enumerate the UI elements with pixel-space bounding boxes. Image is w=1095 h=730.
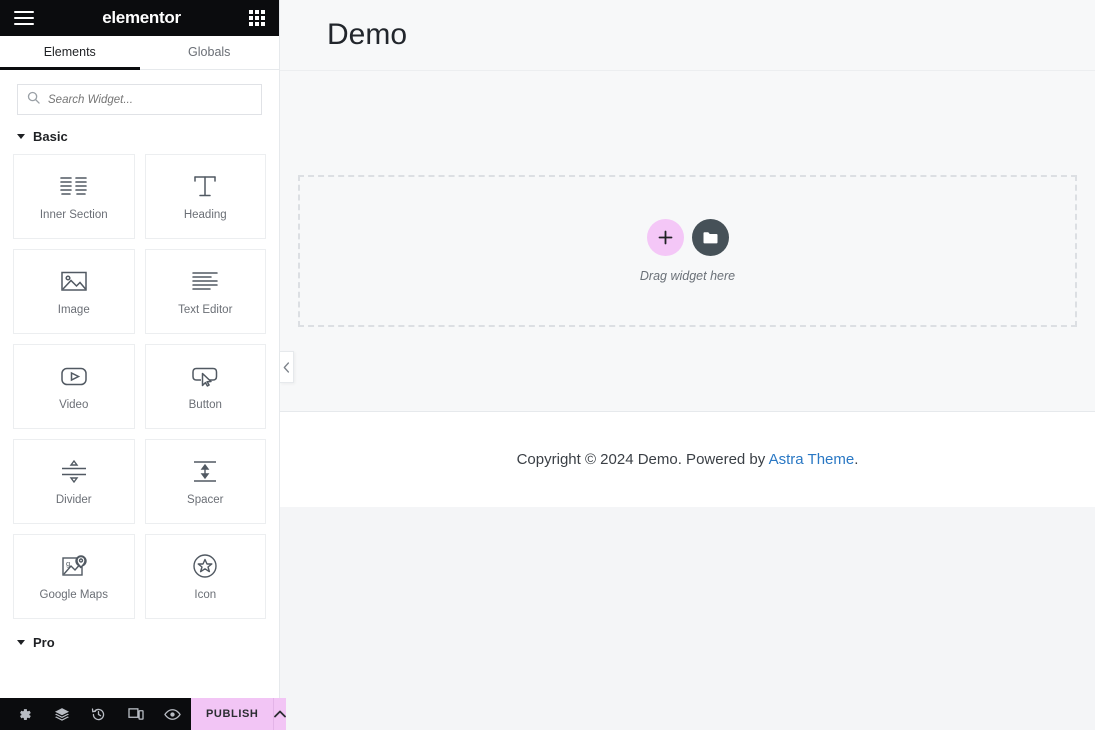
widget-label: Inner Section	[39, 209, 108, 221]
widget-label: Image	[57, 304, 90, 316]
heading-t-icon	[192, 172, 218, 200]
content-section: Drag widget here	[280, 71, 1095, 411]
widget-grid-basic: Inner Section Heading Image Text Editor …	[0, 154, 279, 619]
tab-globals[interactable]: Globals	[140, 36, 280, 70]
app-grid-icon[interactable]	[249, 10, 265, 26]
svg-text:g: g	[66, 559, 70, 568]
video-play-icon	[60, 362, 88, 390]
responsive-mode-icon[interactable]	[117, 698, 154, 730]
site-title: Demo	[327, 18, 408, 51]
widget-video[interactable]: Video	[13, 344, 135, 429]
add-widget-button[interactable]	[646, 219, 684, 256]
button-cursor-icon	[190, 362, 220, 390]
widget-button[interactable]: Button	[144, 344, 266, 429]
widget-label: Button	[188, 399, 222, 411]
widget-label: Google Maps	[39, 589, 108, 601]
site-footer: Copyright © 2024 Demo. Powered by Astra …	[280, 411, 1095, 507]
widget-spacer[interactable]: Spacer	[144, 439, 266, 524]
settings-gear-icon[interactable]	[6, 698, 43, 730]
text-lines-icon	[191, 267, 219, 295]
widgets-scroll-area[interactable]: Basic Inner Section Heading Image Text E…	[0, 125, 279, 730]
panel-tabs: Elements Globals	[0, 36, 279, 70]
spacer-arrows-icon	[191, 457, 219, 485]
chevron-left-icon	[283, 361, 290, 373]
section-header-basic[interactable]: Basic	[0, 125, 279, 144]
elementor-logo: elementor	[102, 8, 181, 27]
widget-label: Video	[59, 399, 89, 411]
caret-down-icon	[17, 134, 25, 139]
divider-icon	[60, 457, 88, 485]
widget-label: Divider	[55, 494, 92, 506]
caret-down-icon	[17, 640, 25, 645]
footer-tools	[0, 698, 191, 730]
widget-inner-section[interactable]: Inner Section	[13, 154, 135, 239]
tab-elements[interactable]: Elements	[0, 36, 140, 70]
search-widget-container	[0, 70, 279, 125]
add-template-button[interactable]	[691, 219, 729, 256]
copyright-text: Copyright © 2024 Demo. Powered by Astra …	[517, 451, 859, 468]
elementor-editor: elementor Elements Globals Basi	[0, 0, 1095, 730]
widget-divider[interactable]: Divider	[13, 439, 135, 524]
widget-dropzone[interactable]: Drag widget here	[298, 175, 1077, 327]
columns-icon	[60, 172, 88, 200]
image-icon	[60, 267, 88, 295]
copyright-prefix: Copyright © 2024 Demo. Powered by	[516, 451, 769, 468]
widget-label: Text Editor	[178, 304, 233, 316]
map-pin-icon: g	[60, 552, 88, 580]
search-box[interactable]	[17, 84, 262, 115]
copyright-suffix: .	[854, 451, 859, 468]
navigator-layers-icon[interactable]	[43, 698, 80, 730]
section-title-label: Basic	[33, 129, 68, 144]
search-icon	[27, 91, 40, 109]
elementor-panel: elementor Elements Globals Basi	[0, 0, 287, 730]
dropzone-buttons	[646, 219, 729, 256]
widget-google-maps[interactable]: g Google Maps	[13, 534, 135, 619]
widget-icon[interactable]: Icon	[144, 534, 266, 619]
hamburger-menu-icon[interactable]	[14, 11, 34, 25]
panel-collapse-handle[interactable]	[280, 351, 294, 383]
astra-theme-link[interactable]: Astra Theme	[769, 451, 855, 468]
site-header: Demo	[280, 0, 1095, 71]
preview-eye-icon[interactable]	[154, 698, 191, 730]
chevron-up-icon[interactable]	[273, 698, 287, 730]
dropzone-label: Drag widget here	[639, 269, 736, 283]
panel-footer-toolbar: PUBLISH	[0, 698, 287, 730]
widget-image[interactable]: Image	[13, 249, 135, 334]
widget-label: Icon	[194, 589, 217, 601]
canvas-empty-area	[280, 507, 1095, 730]
section-header-pro[interactable]: Pro	[0, 619, 279, 650]
folder-icon	[703, 231, 717, 243]
star-circle-icon	[192, 552, 218, 580]
panel-header: elementor	[0, 0, 279, 36]
search-input[interactable]	[48, 93, 252, 106]
widget-heading[interactable]: Heading	[144, 154, 266, 239]
widget-label: Heading	[183, 209, 227, 221]
page-canvas[interactable]: Demo Drag widget here Copyright © 2024 D…	[280, 0, 1095, 730]
plus-icon	[658, 230, 672, 245]
widget-label: Spacer	[187, 494, 224, 506]
publish-button[interactable]: PUBLISH	[191, 698, 274, 730]
history-clock-icon[interactable]	[80, 698, 117, 730]
widget-text-editor[interactable]: Text Editor	[144, 249, 266, 334]
section-title-label: Pro	[33, 635, 55, 650]
